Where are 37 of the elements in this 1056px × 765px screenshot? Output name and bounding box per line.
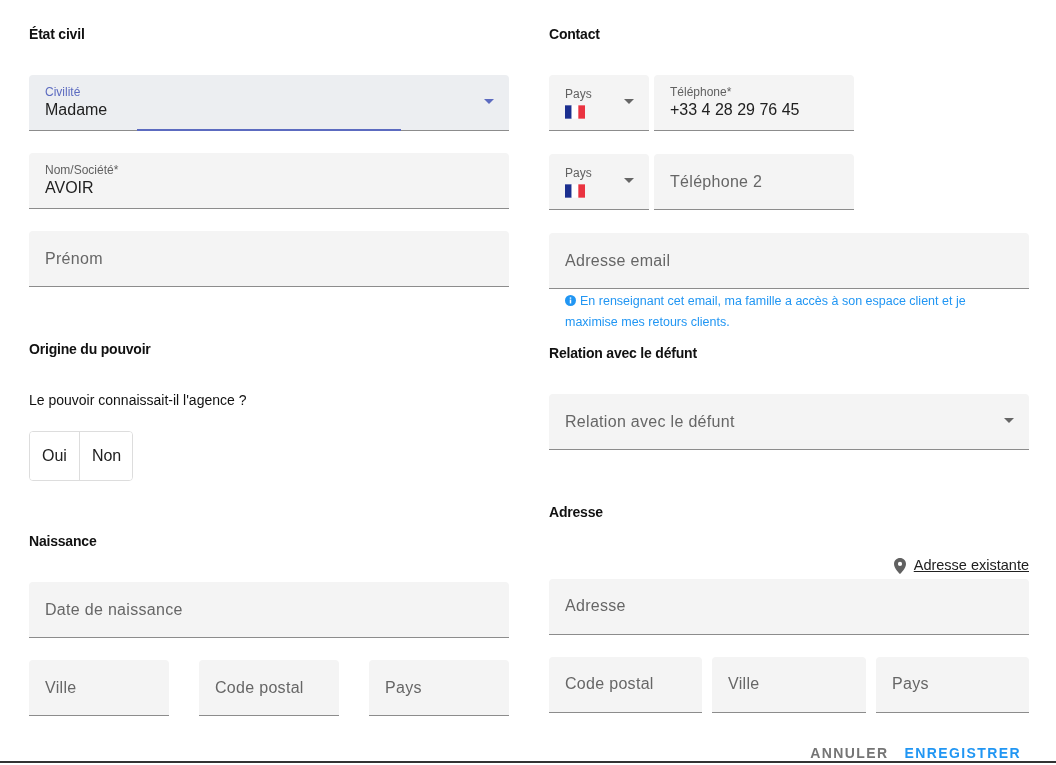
section-heading: Naissance: [29, 532, 98, 551]
select-field[interactable]: Relation avec le défunt: [549, 394, 1029, 450]
phone-field[interactable]: Téléphone 2: [654, 154, 854, 210]
text-field[interactable]: Nom/Société* AVOIR: [29, 153, 509, 209]
text-field[interactable]: Prénom: [29, 231, 509, 287]
cancel-button[interactable]: ANNULER: [810, 745, 889, 761]
section-heading: Origine du pouvoir: [29, 340, 152, 359]
map-pin-icon: [893, 557, 906, 574]
section-heading: Contact: [549, 25, 601, 44]
text-field[interactable]: Code postal: [199, 660, 339, 716]
dropdown-caret-icon: [484, 99, 494, 104]
hint-text: En renseignant cet email, ma famille a accès à son espace client et je maximise mes retours clients.: [564, 293, 967, 331]
section-heading: Adresse: [549, 503, 604, 522]
address-field[interactable]: Adresse: [549, 578, 1029, 635]
email-field[interactable]: Adresse email: [549, 233, 1029, 289]
text-field[interactable]: Ville: [29, 660, 169, 716]
text-field[interactable]: Pays: [876, 656, 1029, 713]
text-field[interactable]: Code postal: [549, 656, 702, 713]
info-icon: [565, 295, 576, 306]
flag-icon: [565, 104, 585, 119]
question-text: Le pouvoir connaissait-il l'agence ?: [29, 391, 248, 409]
select-field[interactable]: Civilité Madame: [29, 75, 509, 131]
section-heading: État civil: [29, 25, 86, 44]
phone-field[interactable]: Téléphone* +33 4 28 29 76 45: [654, 75, 854, 131]
country-select[interactable]: Pays: [549, 154, 649, 210]
section-heading: Relation avec le défunt: [549, 344, 698, 363]
dropdown-caret-icon: [624, 99, 634, 104]
save-button[interactable]: ENREGISTRER: [904, 745, 1021, 761]
toggle-button[interactable]: Non: [78, 432, 132, 480]
dropdown-caret-icon: [624, 178, 634, 183]
flag-icon: [565, 183, 585, 198]
text-field[interactable]: Ville: [712, 656, 866, 713]
country-select[interactable]: Pays: [549, 75, 649, 131]
date-field[interactable]: Date de naissance: [29, 582, 509, 638]
text-field[interactable]: Pays: [369, 660, 509, 716]
existing-address-link[interactable]: Adresse existante: [913, 555, 1029, 577]
dropdown-caret-icon: [1004, 418, 1014, 423]
